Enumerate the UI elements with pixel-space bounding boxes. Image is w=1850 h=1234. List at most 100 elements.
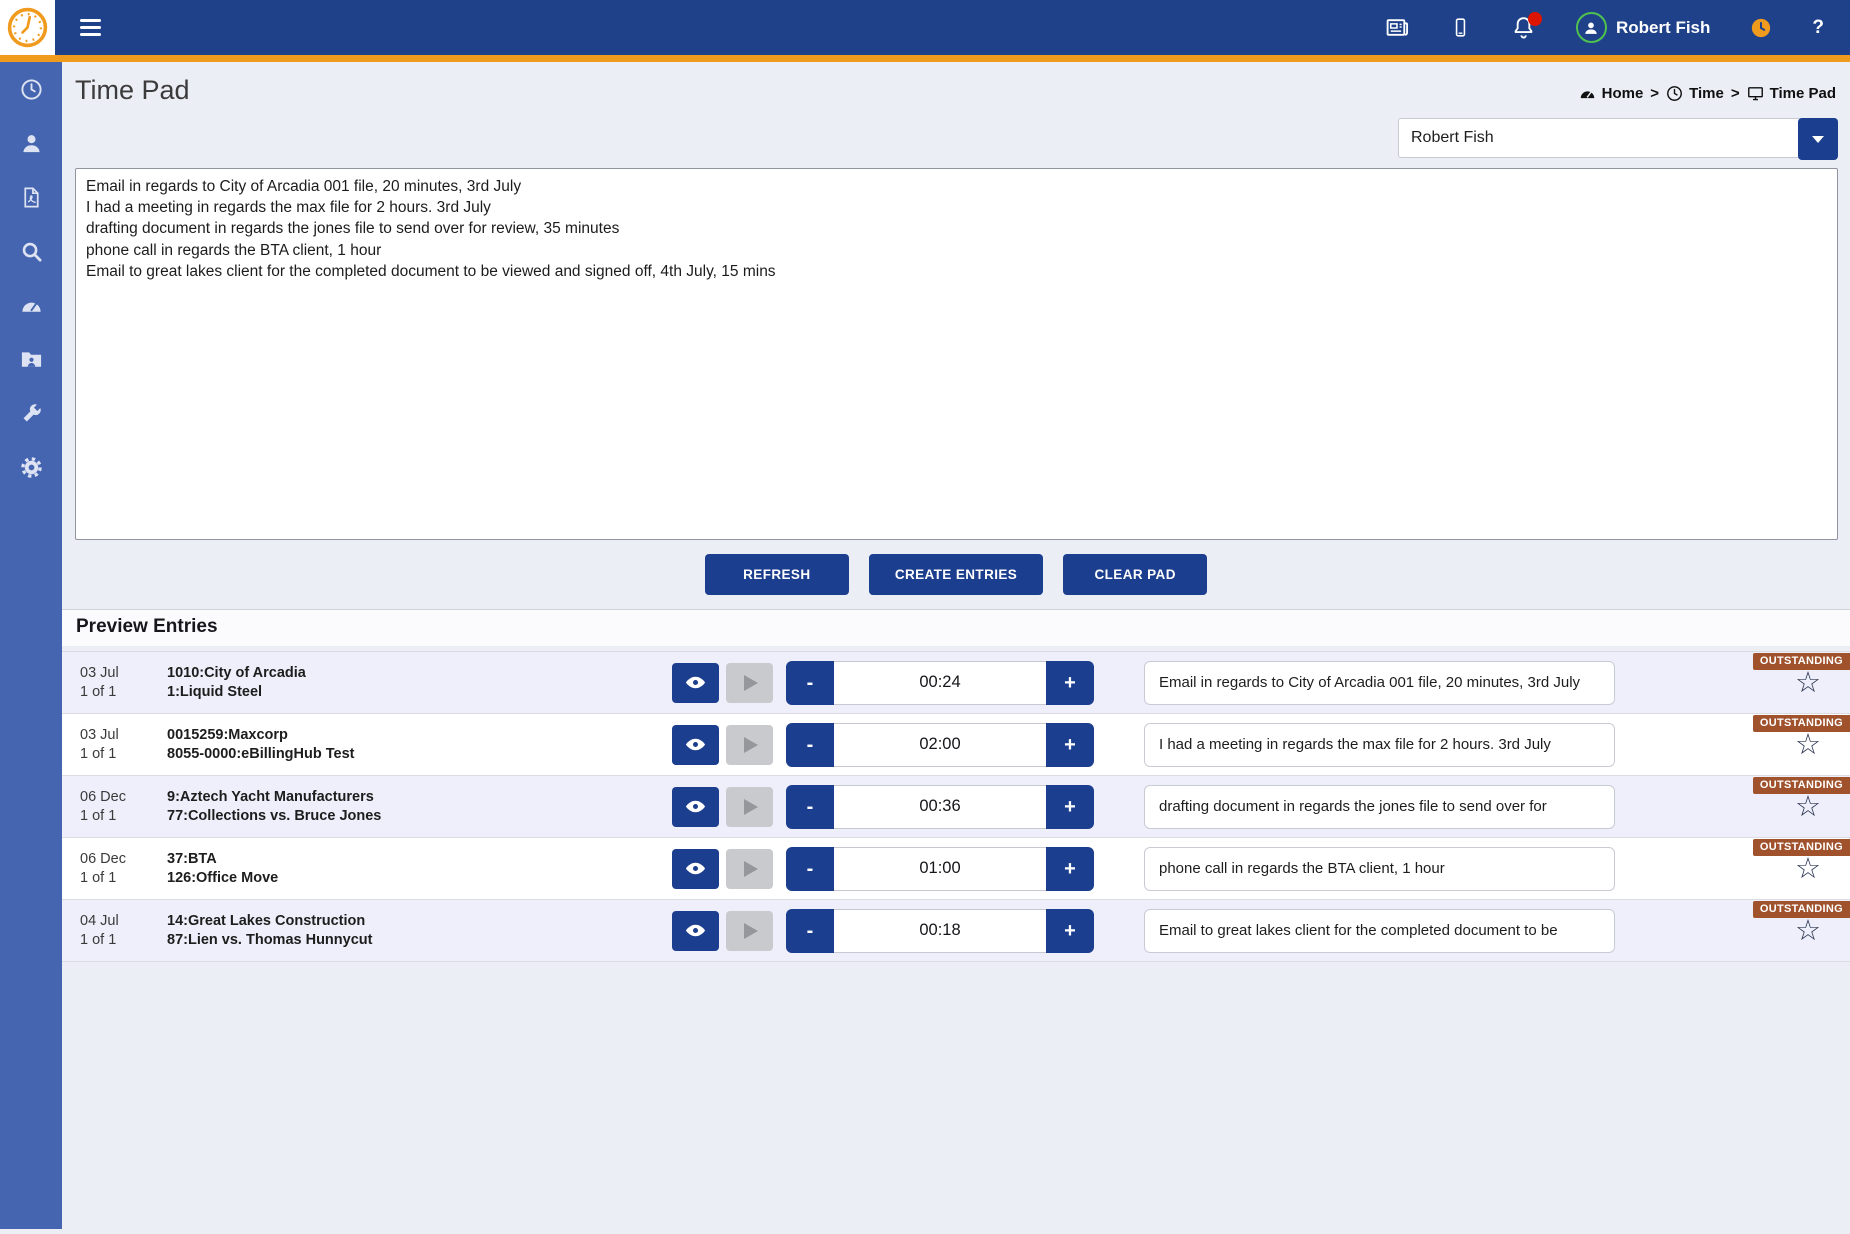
time-stepper: - + bbox=[786, 661, 1094, 705]
decrease-time-button[interactable]: - bbox=[786, 909, 834, 953]
favorite-star-icon[interactable]: ☆ bbox=[1788, 917, 1828, 946]
timekeeper-select-row: Robert Fish bbox=[62, 106, 1850, 158]
create-entries-button[interactable]: CREATE ENTRIES bbox=[869, 554, 1043, 595]
entry-description-input[interactable] bbox=[1144, 909, 1615, 953]
increase-time-button[interactable]: + bbox=[1046, 909, 1094, 953]
entry-matter: 126:Office Move bbox=[167, 869, 672, 887]
preview-entry-row: 03 Jul 1 of 1 1010:City of Arcadia 1:Liq… bbox=[62, 652, 1850, 714]
refresh-button[interactable]: REFRESH bbox=[705, 554, 849, 595]
entry-matter: 77:Collections vs. Bruce Jones bbox=[167, 807, 672, 825]
entry-status-column: OUTSTANDING ☆ bbox=[1615, 838, 1850, 899]
page-title: Time Pad bbox=[75, 75, 190, 106]
entry-description-input[interactable] bbox=[1144, 785, 1615, 829]
decrease-time-button[interactable]: - bbox=[786, 723, 834, 767]
timekeeper-select-caret-button[interactable] bbox=[1798, 118, 1838, 160]
view-entry-button[interactable] bbox=[672, 663, 719, 703]
time-value-input[interactable] bbox=[834, 661, 1046, 705]
play-timer-button[interactable] bbox=[726, 849, 773, 889]
folder-user-icon bbox=[20, 348, 43, 371]
breadcrumb-item-time-pad: Time Pad bbox=[1747, 85, 1836, 102]
view-entry-button[interactable] bbox=[672, 787, 719, 827]
entry-date: 03 Jul bbox=[80, 664, 167, 682]
time-value-input[interactable] bbox=[834, 909, 1046, 953]
sidebar-item-clients[interactable] bbox=[0, 116, 62, 170]
increase-time-button[interactable]: + bbox=[1046, 785, 1094, 829]
time-value-input[interactable] bbox=[834, 847, 1046, 891]
notification-dot bbox=[1528, 12, 1542, 26]
favorite-star-icon[interactable]: ☆ bbox=[1788, 855, 1828, 884]
entry-status-column: OUTSTANDING ☆ bbox=[1615, 652, 1850, 713]
decrease-time-button[interactable]: - bbox=[786, 661, 834, 705]
preview-entry-row: 04 Jul 1 of 1 14:Great Lakes Constructio… bbox=[62, 900, 1850, 962]
app-logo bbox=[0, 0, 55, 55]
play-timer-button[interactable] bbox=[726, 787, 773, 827]
entry-page-count: 1 of 1 bbox=[80, 807, 167, 825]
gear-icon bbox=[20, 456, 43, 479]
help-button[interactable]: ? bbox=[1812, 17, 1824, 39]
timer-button[interactable] bbox=[1750, 17, 1772, 39]
sidebar-item-contacts[interactable] bbox=[0, 332, 62, 386]
hamburger-icon bbox=[80, 19, 101, 23]
favorite-star-icon[interactable]: ☆ bbox=[1788, 793, 1828, 822]
entry-matter-column: 14:Great Lakes Construction 87:Lien vs. … bbox=[167, 912, 672, 948]
news-button[interactable] bbox=[1385, 15, 1410, 40]
sidebar-item-search[interactable] bbox=[0, 224, 62, 278]
avatar-person-icon bbox=[1581, 18, 1601, 38]
user-menu[interactable]: Robert Fish bbox=[1576, 12, 1710, 43]
entry-client: 37:BTA bbox=[167, 850, 672, 868]
time-value-input[interactable] bbox=[834, 723, 1046, 767]
preview-entries-title: Preview Entries bbox=[76, 616, 1836, 638]
increase-time-button[interactable]: + bbox=[1046, 847, 1094, 891]
timekeeper-select[interactable]: Robert Fish bbox=[1398, 118, 1838, 158]
breadcrumb-item-home[interactable]: Home bbox=[1579, 85, 1644, 102]
gauge-icon bbox=[1579, 85, 1596, 102]
sidebar-item-time[interactable] bbox=[0, 62, 62, 116]
time-pad-textarea[interactable]: Email in regards to City of Arcadia 001 … bbox=[75, 168, 1838, 540]
preview-entries-list: 03 Jul 1 of 1 1010:City of Arcadia 1:Liq… bbox=[62, 651, 1850, 962]
view-entry-button[interactable] bbox=[672, 725, 719, 765]
decrease-time-button[interactable]: - bbox=[786, 847, 834, 891]
sidebar-item-settings[interactable] bbox=[0, 440, 62, 494]
notifications-button[interactable] bbox=[1511, 15, 1536, 40]
entry-date-column: 03 Jul 1 of 1 bbox=[80, 726, 167, 762]
mobile-app-button[interactable] bbox=[1450, 17, 1471, 38]
entry-date: 06 Dec bbox=[80, 788, 167, 806]
sidebar-item-dashboard[interactable] bbox=[0, 278, 62, 332]
entry-description-input[interactable] bbox=[1144, 723, 1615, 767]
play-timer-button[interactable] bbox=[726, 911, 773, 951]
favorite-star-icon[interactable]: ☆ bbox=[1788, 669, 1828, 698]
increase-time-button[interactable]: + bbox=[1046, 723, 1094, 767]
favorite-star-icon[interactable]: ☆ bbox=[1788, 731, 1828, 760]
entry-date-column: 04 Jul 1 of 1 bbox=[80, 912, 167, 948]
view-entry-button[interactable] bbox=[672, 849, 719, 889]
gauge-icon bbox=[20, 294, 43, 317]
entry-matter: 1:Liquid Steel bbox=[167, 683, 672, 701]
sidebar-item-documents[interactable] bbox=[0, 170, 62, 224]
eye-icon bbox=[684, 919, 707, 942]
topbar-actions: Robert Fish ? bbox=[1385, 12, 1824, 43]
time-stepper: - + bbox=[786, 785, 1094, 829]
play-timer-button[interactable] bbox=[726, 725, 773, 765]
increase-time-button[interactable]: + bbox=[1046, 661, 1094, 705]
menu-toggle-button[interactable] bbox=[76, 15, 105, 41]
page-header: Time Pad Home>Time>Time Pad bbox=[62, 62, 1850, 106]
entry-description-input[interactable] bbox=[1144, 661, 1615, 705]
entry-matter-column: 1010:City of Arcadia 1:Liquid Steel bbox=[167, 664, 672, 700]
entry-description-input[interactable] bbox=[1144, 847, 1615, 891]
entry-status-column: OUTSTANDING ☆ bbox=[1615, 776, 1850, 837]
view-entry-button[interactable] bbox=[672, 911, 719, 951]
sidebar-item-tools[interactable] bbox=[0, 386, 62, 440]
entry-matter-column: 37:BTA 126:Office Move bbox=[167, 850, 672, 886]
play-icon bbox=[744, 923, 758, 939]
play-timer-button[interactable] bbox=[726, 663, 773, 703]
time-value-input[interactable] bbox=[834, 785, 1046, 829]
decrease-time-button[interactable]: - bbox=[786, 785, 834, 829]
breadcrumb-label: Time bbox=[1689, 85, 1724, 102]
eye-icon bbox=[684, 671, 707, 694]
eye-icon bbox=[684, 795, 707, 818]
breadcrumb-item-time[interactable]: Time bbox=[1666, 85, 1724, 102]
sidebar bbox=[0, 62, 62, 1229]
entry-client: 14:Great Lakes Construction bbox=[167, 912, 672, 930]
question-mark-icon: ? bbox=[1812, 17, 1824, 39]
clear-pad-button[interactable]: CLEAR PAD bbox=[1063, 554, 1207, 595]
